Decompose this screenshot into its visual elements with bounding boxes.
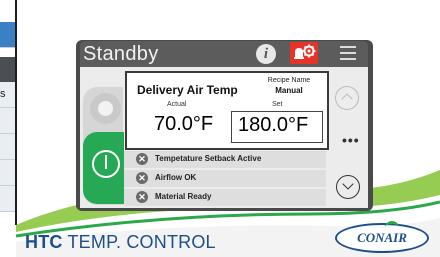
temperature-readout: Delivery Air Temp Recipe Name Manual Act… (125, 71, 329, 150)
status-item: ✕ Material Ready (124, 189, 326, 206)
status-item: ✕ Tempetature Setback Active (124, 151, 326, 168)
x-circle-icon: ✕ (136, 153, 148, 165)
power-button[interactable] (92, 150, 120, 178)
recipe-value[interactable]: Manual (257, 86, 321, 95)
product-title: HTC TEMP. CONTROL (25, 232, 216, 253)
status-text: Tempetature Setback Active (155, 154, 262, 163)
status-list: ✕ Tempetature Setback Active ✕ Airflow O… (124, 151, 326, 206)
alarm-settings-button[interactable] (290, 42, 318, 64)
alarm-gear-icon (294, 44, 316, 59)
x-circle-icon: ✕ (136, 191, 148, 203)
hamburger-icon-line (340, 52, 356, 54)
x-circle-icon: ✕ (136, 172, 148, 184)
standby-button[interactable] (90, 93, 121, 124)
set-caption: Set (272, 101, 283, 108)
setpoint-field[interactable]: 180.0°F (231, 111, 323, 143)
scroll-up-button[interactable] (335, 86, 359, 110)
product-title-bold: HTC (25, 232, 63, 252)
info-button[interactable]: i (256, 44, 276, 64)
status-text: Airflow OK (155, 173, 197, 182)
status-title: Standby (83, 43, 159, 65)
scroll-down-button[interactable] (336, 175, 360, 199)
hamburger-icon-line (340, 58, 356, 60)
product-title-rest: TEMP. CONTROL (62, 232, 216, 252)
actual-value: 70.0°F (154, 113, 214, 135)
hamburger-icon-line (340, 46, 356, 48)
setpoint-value: 180.0°F (238, 114, 309, 136)
menu-button[interactable] (340, 46, 356, 60)
logo-text: CONAIR (357, 230, 407, 245)
conair-logo: CONAIR (335, 221, 429, 253)
actual-caption: Actual (167, 101, 187, 108)
info-icon: i (263, 46, 269, 62)
recipe-caption: Recipe Name (267, 77, 311, 84)
status-item: ✕ Airflow OK (124, 170, 326, 187)
status-text: Material Ready (155, 192, 212, 201)
more-options-button[interactable]: ••• (342, 132, 360, 148)
readout-label: Delivery Air Temp (137, 83, 238, 97)
